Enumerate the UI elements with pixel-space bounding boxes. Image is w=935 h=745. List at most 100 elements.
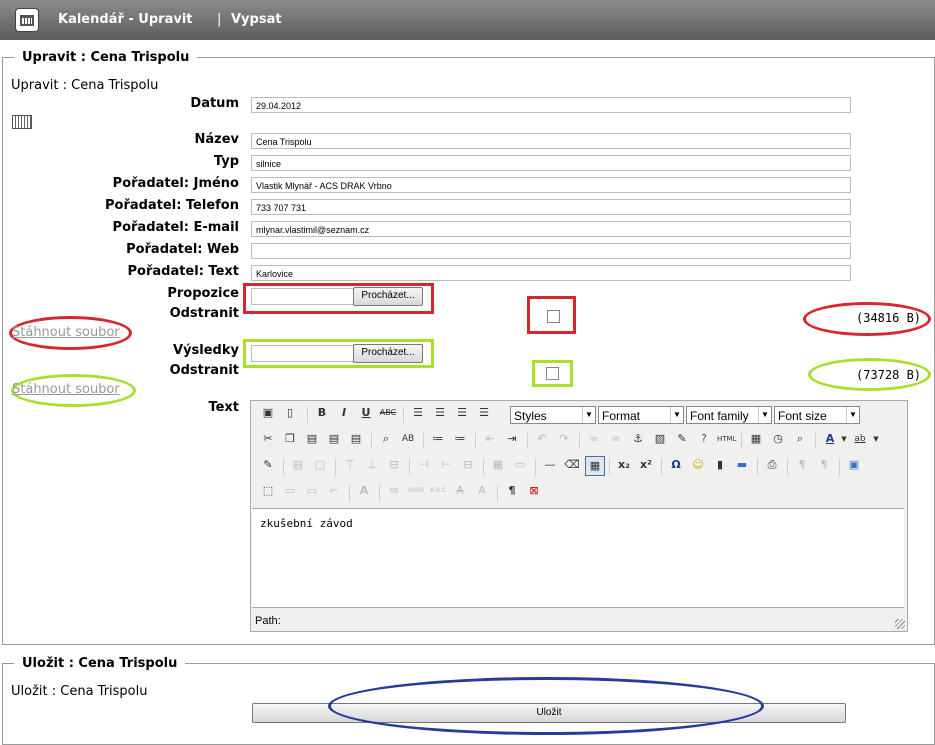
bullet-list-icon[interactable]: ≔ <box>429 430 447 448</box>
jmeno-input[interactable]: Vlastik Mlynář - ACS DRAK Vrbno <box>251 177 851 193</box>
align-justify-icon[interactable]: ☰ <box>475 404 493 422</box>
fullscreen-icon[interactable]: ▣ <box>845 456 863 474</box>
abbr-icon[interactable]: ABBR <box>407 482 425 500</box>
datum-input[interactable]: 29.04.2012 <box>251 97 851 113</box>
rtl-icon[interactable]: ¶ <box>815 456 833 474</box>
indent-icon[interactable]: ⇥ <box>503 430 521 448</box>
row-props-icon[interactable]: ▤ <box>289 456 307 474</box>
date-picker-icon[interactable] <box>12 115 32 129</box>
link-icon[interactable]: ∞ <box>585 430 603 448</box>
html-icon[interactable]: HTML <box>717 430 736 448</box>
bold-icon[interactable]: B <box>313 404 331 422</box>
propozice-file-input[interactable] <box>251 288 354 305</box>
email-input[interactable]: mlynar.vlastimil@seznam.cz <box>251 221 851 237</box>
absolute-icon[interactable]: ⌐ <box>325 482 343 500</box>
move-forward-icon[interactable]: ▭ <box>281 482 299 500</box>
rich-text-editor: ▣ ▯ B I U ABC ☰ ☰ ☰ ☰ Styles ▼ Format ▼ Fo… <box>250 400 908 632</box>
list-link[interactable]: Vypsat <box>231 12 282 27</box>
numbered-list-icon[interactable]: ≔ <box>451 430 469 448</box>
background-color-dropdown-icon[interactable]: ▼ <box>867 430 885 448</box>
split-cells-icon[interactable]: ▦ <box>489 456 507 474</box>
format-select[interactable]: Format ▼ <box>598 406 684 424</box>
italic-icon[interactable]: I <box>335 404 353 422</box>
insert-layer-icon[interactable]: ⬚ <box>259 482 277 500</box>
cleanup-icon[interactable]: ✎ <box>673 430 691 448</box>
font-family-select[interactable]: Font family ▼ <box>686 406 772 424</box>
propozice-browse-button[interactable]: Procházet... <box>353 287 423 306</box>
advanced-hr-icon[interactable]: ▬ <box>733 456 751 474</box>
chevron-down-icon: ▼ <box>758 407 771 423</box>
delete-col-icon[interactable]: ⊟ <box>459 456 477 474</box>
insert-col-before-icon[interactable]: ⊣ <box>415 456 433 474</box>
align-center-icon[interactable]: ☰ <box>431 404 449 422</box>
nazev-input[interactable]: Cena Trispolu <box>251 133 851 149</box>
new-document-icon[interactable]: ▯ <box>281 404 299 422</box>
redo-icon[interactable]: ↷ <box>555 430 573 448</box>
web-input[interactable] <box>251 243 851 259</box>
insert-time-icon[interactable]: ◷ <box>769 430 787 448</box>
datum-label: Datum <box>190 96 239 111</box>
nazev-label: Název <box>194 132 239 147</box>
align-left-icon[interactable]: ☰ <box>409 404 427 422</box>
toolbar-row-1: ▣ ▯ B I U ABC ☰ ☰ ☰ ☰ Styles ▼ Format ▼ Fo… <box>255 404 895 426</box>
horizontal-rule-icon[interactable]: — <box>541 456 559 474</box>
superscript-icon[interactable]: x² <box>637 456 655 474</box>
underline-icon[interactable]: U <box>357 404 375 422</box>
acronym-icon[interactable]: A.B.C <box>429 482 447 500</box>
paste-word-icon[interactable]: ▤ <box>347 430 365 448</box>
ltr-icon[interactable]: ¶ <box>793 456 811 474</box>
visual-chars-icon[interactable]: ¶ <box>503 482 521 500</box>
move-backward-icon[interactable]: ▭ <box>303 482 321 500</box>
remove-format-icon[interactable]: ⌫ <box>563 456 581 474</box>
ins-icon[interactable]: A <box>473 482 491 500</box>
propozice-label: Propozice <box>167 286 239 301</box>
editor-content-area[interactable]: zkušební závod <box>252 508 904 608</box>
cite-icon[interactable]: 66 <box>385 482 403 500</box>
paste-icon[interactable]: ▤ <box>303 430 321 448</box>
save-icon[interactable]: ▣ <box>259 404 277 422</box>
anchor-icon[interactable]: ⚓ <box>629 430 647 448</box>
org-text-input[interactable]: Karlovice <box>251 265 851 281</box>
align-right-icon[interactable]: ☰ <box>453 404 471 422</box>
propozice-remove-checkbox[interactable] <box>547 310 560 323</box>
subscript-icon[interactable]: x₂ <box>615 456 633 474</box>
strikethrough-icon[interactable]: ABC <box>379 404 397 422</box>
insert-col-after-icon[interactable]: ⊢ <box>437 456 455 474</box>
print-icon[interactable]: ⎙ <box>763 456 781 474</box>
insert-date-icon[interactable]: ▦ <box>747 430 765 448</box>
help-icon[interactable]: ? <box>695 430 713 448</box>
cell-props-icon[interactable]: ▢ <box>311 456 329 474</box>
edit-css-icon[interactable]: ✎ <box>259 456 277 474</box>
vysledky-browse-button[interactable]: Procházet... <box>353 344 423 363</box>
insert-row-before-icon[interactable]: ⊤ <box>341 456 359 474</box>
delete-row-icon[interactable]: ⊟ <box>385 456 403 474</box>
paste-text-icon[interactable]: ▤ <box>325 430 343 448</box>
del-icon[interactable]: A <box>451 482 469 500</box>
special-char-icon[interactable]: Ω <box>667 456 685 474</box>
media-icon[interactable]: ▮ <box>711 456 729 474</box>
emoticon-icon[interactable]: ☺ <box>689 456 707 474</box>
insert-row-after-icon[interactable]: ⊥ <box>363 456 381 474</box>
outdent-icon[interactable]: ⇤ <box>481 430 499 448</box>
font-size-select[interactable]: Font size ▼ <box>774 406 860 424</box>
styles-select[interactable]: Styles ▼ <box>510 406 596 424</box>
typ-input[interactable]: silnice <box>251 155 851 171</box>
resize-grip-icon[interactable] <box>895 619 905 629</box>
vysledky-file-input[interactable] <box>251 345 354 362</box>
find-icon[interactable]: ⌕ <box>377 430 395 448</box>
styleprops-icon[interactable]: A <box>355 482 373 500</box>
unlink-icon[interactable]: ∞ <box>607 430 625 448</box>
image-icon[interactable]: ▨ <box>651 430 669 448</box>
telefon-input[interactable]: 733 707 731 <box>251 199 851 215</box>
vysledky-remove-checkbox[interactable] <box>546 367 559 380</box>
merge-cells-icon[interactable]: ▭ <box>511 456 529 474</box>
copy-icon[interactable]: ❐ <box>281 430 299 448</box>
nonbreaking-icon[interactable]: ⊠ <box>525 482 543 500</box>
undo-icon[interactable]: ↶ <box>533 430 551 448</box>
table-icon[interactable]: ▦ <box>585 456 605 476</box>
preview-icon[interactable]: ⌕ <box>791 430 809 448</box>
propozice-download-link[interactable]: Stáhnout soubor <box>12 325 120 340</box>
vysledky-download-link[interactable]: Stáhnout soubor <box>12 382 120 397</box>
replace-icon[interactable]: AB <box>399 430 417 448</box>
cut-icon[interactable]: ✂ <box>259 430 277 448</box>
